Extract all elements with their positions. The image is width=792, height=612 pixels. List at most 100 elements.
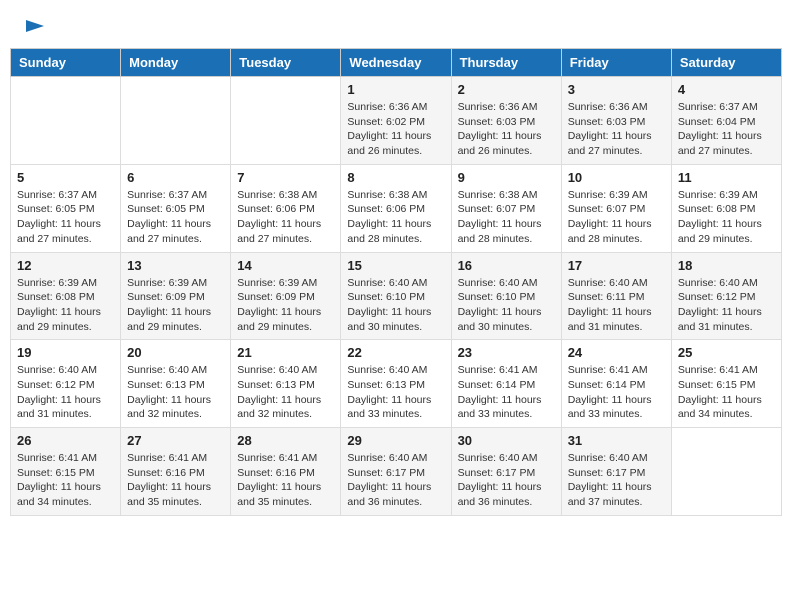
day-info: Sunrise: 6:39 AM Sunset: 6:07 PM Dayligh…	[568, 188, 665, 247]
calendar-cell: 28Sunrise: 6:41 AM Sunset: 6:16 PM Dayli…	[231, 428, 341, 516]
day-number: 6	[127, 170, 224, 185]
day-info: Sunrise: 6:36 AM Sunset: 6:02 PM Dayligh…	[347, 100, 444, 159]
day-number: 23	[458, 345, 555, 360]
calendar-cell: 3 Sunrise: 6:36 AM Sunset: 6:03 PM Daylig…	[561, 77, 671, 165]
day-info: Sunrise: 6:37 AM Sunset: 6:04 PM Dayligh…	[678, 100, 775, 159]
calendar-cell: 22 Sunrise: 6:40 AM Sunset: 6:13 PM Dayli…	[341, 340, 451, 428]
day-info: Sunrise: 6:41 AM Sunset: 6:16 PM Dayligh…	[237, 451, 334, 510]
calendar-cell: 29 Sunrise: 6:40 AM Sunset: 6:17 PM Dayli…	[341, 428, 451, 516]
day-info: Sunrise: 6:36 AM Sunset: 6:03 PM Dayligh…	[568, 100, 665, 159]
calendar-cell: 17 Sunrise: 6:40 AM Sunset: 6:11 PM Dayli…	[561, 252, 671, 340]
calendar-cell: 18Sunrise: 6:40 AM Sunset: 6:12 PM Dayli…	[671, 252, 781, 340]
day-number: 4	[678, 82, 775, 97]
calendar-cell	[671, 428, 781, 516]
day-number: 24	[568, 345, 665, 360]
day-number: 29	[347, 433, 444, 448]
day-info: Sunrise: 6:40 AM Sunset: 6:12 PM Dayligh…	[678, 276, 775, 335]
day-info: Sunrise: 6:40 AM Sunset: 6:17 PM Dayligh…	[347, 451, 444, 510]
column-header-sunday: Sunday	[11, 49, 121, 77]
calendar-cell: 10 Sunrise: 6:39 AM Sunset: 6:07 PM Dayli…	[561, 164, 671, 252]
day-number: 5	[17, 170, 114, 185]
calendar-cell: 19 Sunrise: 6:40 AM Sunset: 6:12 PM Dayli…	[11, 340, 121, 428]
calendar-cell	[11, 77, 121, 165]
calendar-cell: 7Sunrise: 6:38 AM Sunset: 6:06 PM Daylig…	[231, 164, 341, 252]
day-number: 3	[568, 82, 665, 97]
calendar-cell: 11 Sunrise: 6:39 AM Sunset: 6:08 PM Dayli…	[671, 164, 781, 252]
calendar-cell: 1Sunrise: 6:36 AM Sunset: 6:02 PM Daylig…	[341, 77, 451, 165]
calendar-week-row: 19 Sunrise: 6:40 AM Sunset: 6:12 PM Dayli…	[11, 340, 782, 428]
day-info: Sunrise: 6:40 AM Sunset: 6:10 PM Dayligh…	[458, 276, 555, 335]
calendar-cell: 31 Sunrise: 6:40 AM Sunset: 6:17 PM Dayli…	[561, 428, 671, 516]
day-info: Sunrise: 6:39 AM Sunset: 6:08 PM Dayligh…	[678, 188, 775, 247]
calendar-cell: 27Sunrise: 6:41 AM Sunset: 6:16 PM Dayli…	[121, 428, 231, 516]
day-number: 17	[568, 258, 665, 273]
day-number: 8	[347, 170, 444, 185]
day-info: Sunrise: 6:36 AM Sunset: 6:03 PM Dayligh…	[458, 100, 555, 159]
column-header-friday: Friday	[561, 49, 671, 77]
calendar-cell: 14Sunrise: 6:39 AM Sunset: 6:09 PM Dayli…	[231, 252, 341, 340]
day-number: 9	[458, 170, 555, 185]
calendar-cell: 16 Sunrise: 6:40 AM Sunset: 6:10 PM Dayli…	[451, 252, 561, 340]
calendar-cell: 13 Sunrise: 6:39 AM Sunset: 6:09 PM Dayli…	[121, 252, 231, 340]
day-info: Sunrise: 6:40 AM Sunset: 6:11 PM Dayligh…	[568, 276, 665, 335]
column-header-wednesday: Wednesday	[341, 49, 451, 77]
column-header-thursday: Thursday	[451, 49, 561, 77]
day-number: 25	[678, 345, 775, 360]
day-number: 10	[568, 170, 665, 185]
calendar-cell: 21 Sunrise: 6:40 AM Sunset: 6:13 PM Dayli…	[231, 340, 341, 428]
day-number: 26	[17, 433, 114, 448]
day-number: 15	[347, 258, 444, 273]
calendar-cell: 26 Sunrise: 6:41 AM Sunset: 6:15 PM Dayli…	[11, 428, 121, 516]
day-number: 11	[678, 170, 775, 185]
day-info: Sunrise: 6:39 AM Sunset: 6:09 PM Dayligh…	[237, 276, 334, 335]
day-info: Sunrise: 6:40 AM Sunset: 6:13 PM Dayligh…	[347, 363, 444, 422]
calendar-cell: 4 Sunrise: 6:37 AM Sunset: 6:04 PM Daylig…	[671, 77, 781, 165]
day-number: 31	[568, 433, 665, 448]
calendar-cell: 20 Sunrise: 6:40 AM Sunset: 6:13 PM Dayli…	[121, 340, 231, 428]
day-info: Sunrise: 6:40 AM Sunset: 6:13 PM Dayligh…	[237, 363, 334, 422]
day-info: Sunrise: 6:40 AM Sunset: 6:17 PM Dayligh…	[458, 451, 555, 510]
calendar-cell: 25 Sunrise: 6:41 AM Sunset: 6:15 PM Dayli…	[671, 340, 781, 428]
day-number: 20	[127, 345, 224, 360]
page-header	[10, 10, 782, 43]
day-number: 30	[458, 433, 555, 448]
day-number: 2	[458, 82, 555, 97]
calendar-week-row: 26 Sunrise: 6:41 AM Sunset: 6:15 PM Dayli…	[11, 428, 782, 516]
day-info: Sunrise: 6:41 AM Sunset: 6:15 PM Dayligh…	[678, 363, 775, 422]
day-info: Sunrise: 6:37 AM Sunset: 6:05 PM Dayligh…	[17, 188, 114, 247]
calendar-week-row: 1Sunrise: 6:36 AM Sunset: 6:02 PM Daylig…	[11, 77, 782, 165]
calendar-cell: 12Sunrise: 6:39 AM Sunset: 6:08 PM Dayli…	[11, 252, 121, 340]
day-number: 22	[347, 345, 444, 360]
day-info: Sunrise: 6:39 AM Sunset: 6:08 PM Dayligh…	[17, 276, 114, 335]
column-header-monday: Monday	[121, 49, 231, 77]
day-info: Sunrise: 6:37 AM Sunset: 6:05 PM Dayligh…	[127, 188, 224, 247]
calendar-cell: 9Sunrise: 6:38 AM Sunset: 6:07 PM Daylig…	[451, 164, 561, 252]
calendar-header-row: SundayMondayTuesdayWednesdayThursdayFrid…	[11, 49, 782, 77]
day-info: Sunrise: 6:38 AM Sunset: 6:06 PM Dayligh…	[347, 188, 444, 247]
calendar-cell: 15 Sunrise: 6:40 AM Sunset: 6:10 PM Dayli…	[341, 252, 451, 340]
calendar-table: SundayMondayTuesdayWednesdayThursdayFrid…	[10, 48, 782, 516]
calendar-week-row: 5 Sunrise: 6:37 AM Sunset: 6:05 PM Daylig…	[11, 164, 782, 252]
day-number: 21	[237, 345, 334, 360]
day-info: Sunrise: 6:41 AM Sunset: 6:15 PM Dayligh…	[17, 451, 114, 510]
day-info: Sunrise: 6:40 AM Sunset: 6:10 PM Dayligh…	[347, 276, 444, 335]
day-number: 13	[127, 258, 224, 273]
day-info: Sunrise: 6:41 AM Sunset: 6:14 PM Dayligh…	[458, 363, 555, 422]
calendar-cell: 23 Sunrise: 6:41 AM Sunset: 6:14 PM Dayli…	[451, 340, 561, 428]
calendar-cell	[231, 77, 341, 165]
day-number: 7	[237, 170, 334, 185]
day-number: 16	[458, 258, 555, 273]
day-info: Sunrise: 6:39 AM Sunset: 6:09 PM Dayligh…	[127, 276, 224, 335]
day-number: 19	[17, 345, 114, 360]
calendar-cell	[121, 77, 231, 165]
column-header-tuesday: Tuesday	[231, 49, 341, 77]
calendar-cell: 30 Sunrise: 6:40 AM Sunset: 6:17 PM Dayli…	[451, 428, 561, 516]
day-info: Sunrise: 6:40 AM Sunset: 6:13 PM Dayligh…	[127, 363, 224, 422]
day-info: Sunrise: 6:40 AM Sunset: 6:12 PM Dayligh…	[17, 363, 114, 422]
calendar-cell: 8 Sunrise: 6:38 AM Sunset: 6:06 PM Daylig…	[341, 164, 451, 252]
calendar-cell: 24 Sunrise: 6:41 AM Sunset: 6:14 PM Dayli…	[561, 340, 671, 428]
day-info: Sunrise: 6:40 AM Sunset: 6:17 PM Dayligh…	[568, 451, 665, 510]
calendar-cell: 5 Sunrise: 6:37 AM Sunset: 6:05 PM Daylig…	[11, 164, 121, 252]
day-info: Sunrise: 6:41 AM Sunset: 6:16 PM Dayligh…	[127, 451, 224, 510]
day-info: Sunrise: 6:41 AM Sunset: 6:14 PM Dayligh…	[568, 363, 665, 422]
